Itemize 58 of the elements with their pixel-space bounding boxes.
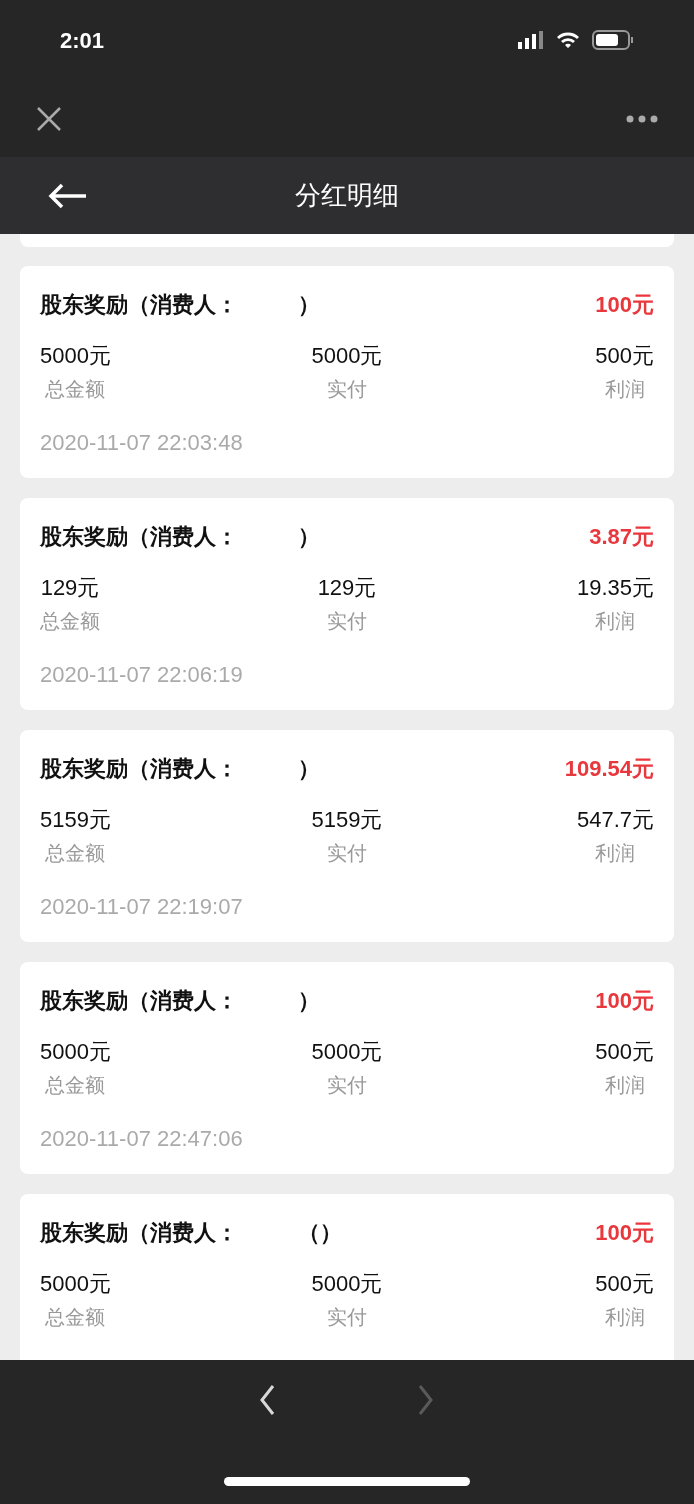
record-title: 股东奖励（消费人：	[40, 987, 238, 1015]
reward-amount: 100元	[595, 987, 654, 1015]
amount-value: 129元	[40, 574, 100, 602]
amount-value: 129元	[317, 574, 377, 602]
record-title: 股东奖励（消费人：	[40, 1219, 238, 1247]
record-title-end: ）	[298, 987, 320, 1015]
record-time: 2020-11-07 22:19:07	[40, 893, 244, 921]
record-time: 2020-11-07 22:03:48	[40, 429, 244, 457]
signal-icon	[518, 31, 544, 49]
record-title: 股东奖励（消费人：	[40, 523, 238, 551]
amount-label: 实付	[327, 1305, 367, 1330]
amount-label: 实付	[327, 377, 367, 402]
reward-amount: 3.87元	[589, 523, 654, 551]
amount-label: 总金额	[45, 1073, 106, 1098]
record-time: 2020-11-07 22:47:06	[40, 1125, 244, 1153]
record-title-end: （）	[298, 1219, 342, 1247]
amount-label: 实付	[327, 1073, 367, 1098]
record-title: 股东奖励（消费人：	[40, 291, 238, 319]
record-title-end: ）	[298, 291, 320, 319]
amount-label: 总金额	[45, 1305, 106, 1330]
close-icon[interactable]	[36, 105, 62, 132]
record-time: 2020-11-07 22:06:19	[40, 661, 244, 689]
amount-value: 500元	[595, 1270, 654, 1298]
amount-label: 利润	[604, 1073, 645, 1098]
more-icon[interactable]	[626, 114, 658, 123]
reward-amount: 109.54元	[564, 755, 654, 783]
amount-label: 实付	[327, 841, 367, 866]
amount-label: 利润	[595, 609, 636, 634]
status-time: 2:01	[60, 26, 105, 55]
battery-icon	[592, 30, 634, 50]
amount-value: 5159元	[40, 806, 111, 834]
amount-value: 547.7元	[576, 806, 654, 834]
wifi-icon	[556, 31, 580, 49]
amount-value: 500元	[595, 1038, 654, 1066]
amount-label: 总金额	[45, 841, 106, 866]
record-title: 股东奖励（消费人：	[40, 755, 238, 783]
reward-amount: 100元	[595, 1219, 654, 1247]
back-arrow-icon[interactable]	[48, 182, 88, 209]
back-chevron-icon[interactable]	[259, 1384, 277, 1416]
amount-value: 500元	[595, 342, 654, 370]
amount-value: 5000元	[40, 342, 111, 370]
record-title-end: ）	[298, 523, 320, 551]
amount-label: 总金额	[45, 377, 106, 402]
amount-value: 19.35元	[576, 574, 654, 602]
amount-label: 利润	[604, 1305, 645, 1330]
amount-label: 利润	[595, 841, 636, 866]
amount-label: 总金额	[40, 609, 100, 634]
amount-value: 5000元	[311, 1038, 383, 1066]
reward-amount: 100元	[595, 291, 654, 319]
amount-label: 利润	[604, 377, 645, 402]
page-title: 分红明细	[295, 179, 399, 212]
amount-label: 实付	[327, 609, 367, 634]
amount-value: 5000元	[311, 1270, 383, 1298]
amount-value: 5159元	[311, 806, 383, 834]
record-title-end: ）	[298, 755, 320, 783]
amount-value: 5000元	[311, 342, 383, 370]
amount-value: 5000元	[40, 1038, 111, 1066]
amount-value: 5000元	[40, 1270, 111, 1298]
